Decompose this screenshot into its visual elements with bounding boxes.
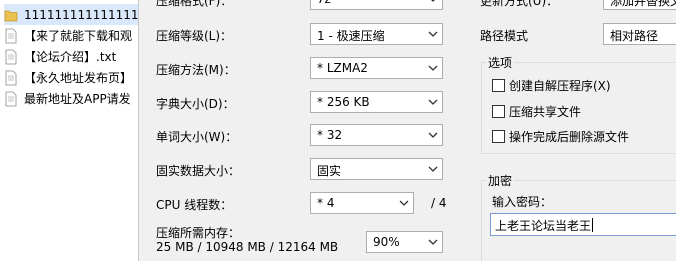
method-label: 压缩方法(M)： xyxy=(156,63,236,77)
method-value: * LZMA2 xyxy=(317,61,368,75)
sfx-checkbox[interactable] xyxy=(492,79,505,92)
file-icon xyxy=(5,91,17,106)
chevron-down-icon xyxy=(431,0,435,2)
list-item[interactable]: 【永久地址发布页】 xyxy=(4,67,138,88)
archive-format-label: 压缩格式(F)： xyxy=(156,0,233,8)
password-label: 输入密码： xyxy=(492,195,553,209)
method-select[interactable]: * LZMA2 xyxy=(310,57,443,79)
dict-label: 字典大小(D)： xyxy=(156,97,235,111)
path-mode-value: 相对路径 xyxy=(610,29,659,43)
file-icon xyxy=(5,28,17,43)
update-value: 添加并替换文 xyxy=(610,0,676,8)
file-name: 【永久地址发布页】 xyxy=(24,71,133,85)
dict-value: * 256 KB xyxy=(317,95,370,109)
shared-files-checkbox[interactable] xyxy=(492,105,505,118)
update-label: 更新方式(U)： xyxy=(480,0,559,8)
password-value: 上老王论坛当老王 xyxy=(495,219,592,233)
file-list: 111111111111111111 【来了就能下载和观 【论坛介绍】.txt … xyxy=(0,0,139,261)
path-mode-label: 路径模式 xyxy=(480,29,529,43)
file-name: 最新地址及APP请发 xyxy=(24,92,131,106)
sfx-label: 创建自解压程序(X) xyxy=(509,79,611,93)
chevron-down-icon xyxy=(399,200,409,206)
level-label: 压缩等级(L)： xyxy=(156,29,233,43)
archive-format-select[interactable]: 7z xyxy=(310,0,443,10)
solid-value: 固实 xyxy=(317,164,342,178)
options-title: 选项 xyxy=(486,54,515,71)
threads-value: * 4 xyxy=(317,196,335,210)
threads-label: CPU 线程数： xyxy=(156,198,233,212)
shared-files-label: 压缩共享文件 xyxy=(509,105,582,119)
memory-label: 压缩所需内存： xyxy=(156,226,241,240)
text-caret xyxy=(592,218,593,232)
list-item[interactable]: 最新地址及APP请发 xyxy=(4,88,138,109)
solid-select[interactable]: 固实 xyxy=(310,158,443,180)
chevron-down-icon xyxy=(428,239,438,245)
memory-value: 25 MB / 10948 MB / 12164 MB xyxy=(156,240,339,254)
threads-max: / 4 xyxy=(431,196,447,210)
file-name: 【论坛介绍】.txt xyxy=(24,50,117,64)
archive-format-value: 7z xyxy=(317,0,331,6)
memory-percent-value: 90% xyxy=(373,235,400,249)
word-label: 单词大小(W)： xyxy=(156,130,238,144)
add-to-archive-dialog: 111111111111111111 【来了就能下载和观 【论坛介绍】.txt … xyxy=(0,0,676,261)
level-value: 1 - 极速压缩 xyxy=(317,29,385,43)
chevron-down-icon xyxy=(428,65,438,71)
password-input[interactable]: 上老王论坛当老王 xyxy=(490,213,676,236)
chevron-down-icon xyxy=(428,31,438,37)
delete-after-checkbox[interactable] xyxy=(492,130,505,143)
list-item[interactable]: 【来了就能下载和观 xyxy=(4,25,138,46)
threads-select[interactable]: * 4 xyxy=(310,192,414,214)
delete-after-label: 操作完成后删除源文件 xyxy=(509,130,630,144)
path-mode-select[interactable]: 相对路径 xyxy=(603,23,676,45)
solid-label: 固实数据大小： xyxy=(156,164,241,178)
file-name: 111111111111111111 xyxy=(24,7,138,22)
folder-icon xyxy=(4,10,18,21)
list-item[interactable]: 111111111111111111 xyxy=(4,4,138,25)
file-icon xyxy=(5,70,17,85)
dict-select[interactable]: * 256 KB xyxy=(310,91,443,113)
memory-percent-select[interactable]: 90% xyxy=(366,231,443,253)
list-item[interactable]: 【论坛介绍】.txt xyxy=(4,46,138,67)
encryption-title: 加密 xyxy=(486,172,515,189)
word-select[interactable]: * 32 xyxy=(310,124,443,146)
file-name: 【来了就能下载和观 xyxy=(24,29,133,43)
file-icon xyxy=(5,49,17,64)
level-select[interactable]: 1 - 极速压缩 xyxy=(310,23,443,45)
chevron-down-icon xyxy=(428,99,438,105)
word-value: * 32 xyxy=(317,128,343,142)
chevron-down-icon xyxy=(428,166,438,172)
chevron-down-icon xyxy=(428,132,438,138)
update-select[interactable]: 添加并替换文 xyxy=(603,0,676,10)
